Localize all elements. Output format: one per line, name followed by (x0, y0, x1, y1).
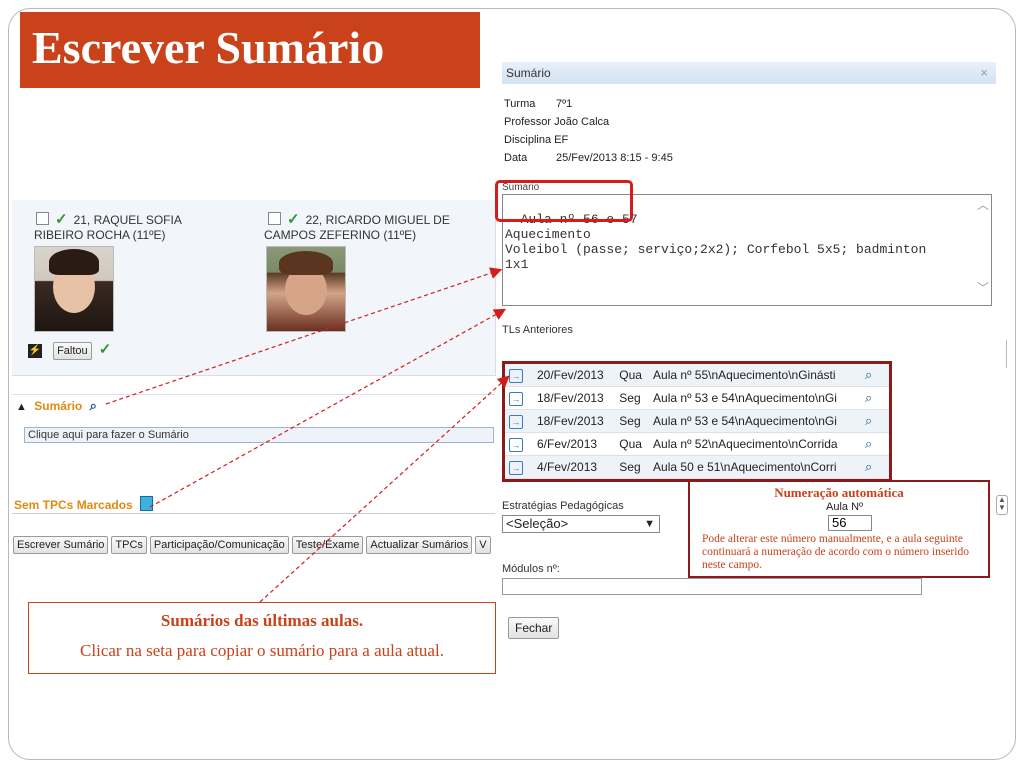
note-icon[interactable] (140, 496, 154, 511)
student-name-cont: CAMPOS ZEFERINO (11ºE) (264, 228, 417, 242)
spinner-icon[interactable]: ▲ ▼ (996, 495, 1008, 515)
view-lens-icon[interactable]: ⌕ (865, 367, 872, 382)
callout-title: Numeração automática (774, 485, 904, 500)
row-date: 18/Fev/2013 (533, 386, 616, 410)
tpcs-button[interactable]: TPCs (111, 536, 147, 554)
view-lens-icon[interactable]: ⌕ (865, 436, 872, 451)
highlight-aula-number (495, 180, 633, 222)
absence-edit-icon[interactable]: ⚡ (28, 344, 42, 359)
slide-title: Escrever Sumário (20, 12, 480, 88)
row-date: 4/Fev/2013 (533, 455, 616, 479)
faltou-button[interactable]: Faltou (53, 342, 92, 360)
copy-arrow-icon[interactable]: → (509, 414, 523, 429)
info-disciplina: Disciplina EF (504, 134, 569, 146)
student-card-21: ✓ 21, RAQUEL SOFIA RIBEIRO ROCHA (11ºE) (34, 211, 182, 243)
row-day: Seg (615, 455, 650, 479)
callout-title: Sumários das últimas aulas. (160, 611, 364, 630)
student-photo (34, 246, 114, 332)
aula-number-label: Aula Nº (826, 501, 864, 513)
sumario-input[interactable]: Clique aqui para fazer o Sumário (24, 427, 494, 443)
actualizar-sumarios-button[interactable]: Actualizar Sumários (366, 536, 473, 554)
copy-arrow-icon[interactable]: → (509, 368, 523, 383)
row-summary: Aula nº 52\nAquecimento\nCorrida (649, 432, 861, 456)
row-summary: Aula nº 53 e 54\nAquecimento\nGi (649, 386, 861, 410)
estrategias-label: Estratégias Pedagógicas (502, 500, 624, 512)
info-data: Data 25/Fev/2013 8:15 - 9:45 (504, 152, 673, 164)
table-row: → 4/Fev/2013 Seg Aula 50 e 51\nAquecimen… (505, 455, 889, 479)
row-date: 18/Fev/2013 (533, 409, 616, 433)
callout-previous-summaries: Sumários das últimas aulas. Clicar na se… (28, 602, 496, 674)
row-summary: Aula nº 53 e 54\nAquecimento\nGi (649, 409, 861, 433)
student-name: 22, RICARDO MIGUEL DE (305, 213, 450, 227)
callout-auto-numbering: Numeração automática Aula Nº 56 Pode alt… (688, 480, 990, 578)
table-row: → 18/Fev/2013 Seg Aula nº 53 e 54\nAquec… (505, 386, 889, 410)
copy-arrow-icon[interactable]: → (509, 391, 523, 406)
row-summary: Aula nº 55\nAquecimento\nGinásti (649, 364, 861, 387)
more-button[interactable]: V (475, 536, 491, 554)
table-row: → 18/Fev/2013 Seg Aula nº 53 e 54\nAquec… (505, 409, 889, 433)
scroll-down-icon[interactable]: ﹀ (977, 282, 989, 297)
table-row: → 6/Fev/2013 Qua Aula nº 52\nAquecimento… (505, 432, 889, 456)
callout-text: Clicar na seta para copiar o sumário par… (80, 641, 444, 660)
tpc-header: Sem TPCs Marcados (14, 496, 154, 512)
row-date: 6/Fev/2013 (533, 432, 616, 456)
modulos-input[interactable] (502, 578, 922, 595)
row-day: Seg (615, 386, 650, 410)
select-checkbox[interactable] (268, 212, 281, 225)
copy-arrow-icon[interactable]: → (509, 437, 523, 452)
aula-number-input[interactable]: 56 (828, 515, 872, 531)
close-icon[interactable]: × (980, 62, 988, 84)
student-name: 21, RAQUEL SOFIA (73, 213, 182, 227)
info-professor: Professor João Calca (504, 116, 610, 128)
row-day: Qua (615, 364, 650, 387)
previous-summaries-table: → 20/Fev/2013 Qua Aula nº 55\nAqueciment… (502, 361, 892, 482)
row-date: 20/Fev/2013 (533, 364, 616, 387)
teste-exame-button[interactable]: Teste/Exame (291, 536, 364, 554)
search-lens-icon[interactable]: ⌕ (90, 398, 97, 413)
escrever-sumario-button[interactable]: Escrever Sumário (13, 536, 109, 554)
fechar-button[interactable]: Fechar (508, 617, 560, 639)
attendance-row: ⚡ Faltou ✓ (28, 340, 117, 360)
tls-label: TLs Anteriores (502, 324, 573, 336)
participacao-button[interactable]: Participação/Comunicação (149, 536, 289, 554)
student-card-22: ✓ 22, RICARDO MIGUEL DE CAMPOS ZEFERINO (… (264, 211, 450, 243)
copy-arrow-icon[interactable]: → (509, 460, 523, 475)
modulos-label: Módulos nº: (502, 563, 560, 575)
collapse-triangle-icon[interactable]: ▲ (16, 401, 27, 413)
panel-edge (1006, 340, 1007, 368)
student-photo (266, 246, 346, 332)
callout-text: Pode alterar este número manualmente, e … (702, 533, 969, 571)
view-lens-icon[interactable]: ⌕ (865, 413, 872, 428)
dialog-titlebar: Sumário × (502, 62, 996, 84)
row-summary: Aula 50 e 51\nAquecimento\nCorri (649, 455, 861, 479)
present-check-icon: ✓ (287, 211, 300, 228)
chevron-down-icon: ▼ (644, 518, 655, 530)
estrategias-select[interactable]: <Seleção> ▼ (502, 515, 660, 533)
info-turma: Turma 7º1 (504, 98, 573, 110)
divider (12, 513, 495, 514)
select-checkbox[interactable] (36, 212, 49, 225)
view-lens-icon[interactable]: ⌕ (865, 459, 872, 474)
present-check-icon: ✓ (55, 211, 68, 228)
dialog-title: Sumário (506, 66, 551, 80)
student-name-cont: RIBEIRO ROCHA (11ºE) (34, 228, 166, 242)
scroll-up-icon[interactable]: ︿ (977, 199, 989, 214)
view-lens-icon[interactable]: ⌕ (865, 390, 872, 405)
row-day: Seg (615, 409, 650, 433)
select-value: <Seleção> (506, 516, 569, 531)
row-day: Qua (615, 432, 650, 456)
sumario-header[interactable]: ▲ Sumário ⌕ (16, 398, 97, 414)
present-check-icon: ✓ (98, 341, 112, 358)
action-buttons: Escrever Sumário TPCs Participação/Comunic… (13, 535, 498, 554)
table-row: → 20/Fev/2013 Qua Aula nº 55\nAqueciment… (505, 364, 889, 387)
